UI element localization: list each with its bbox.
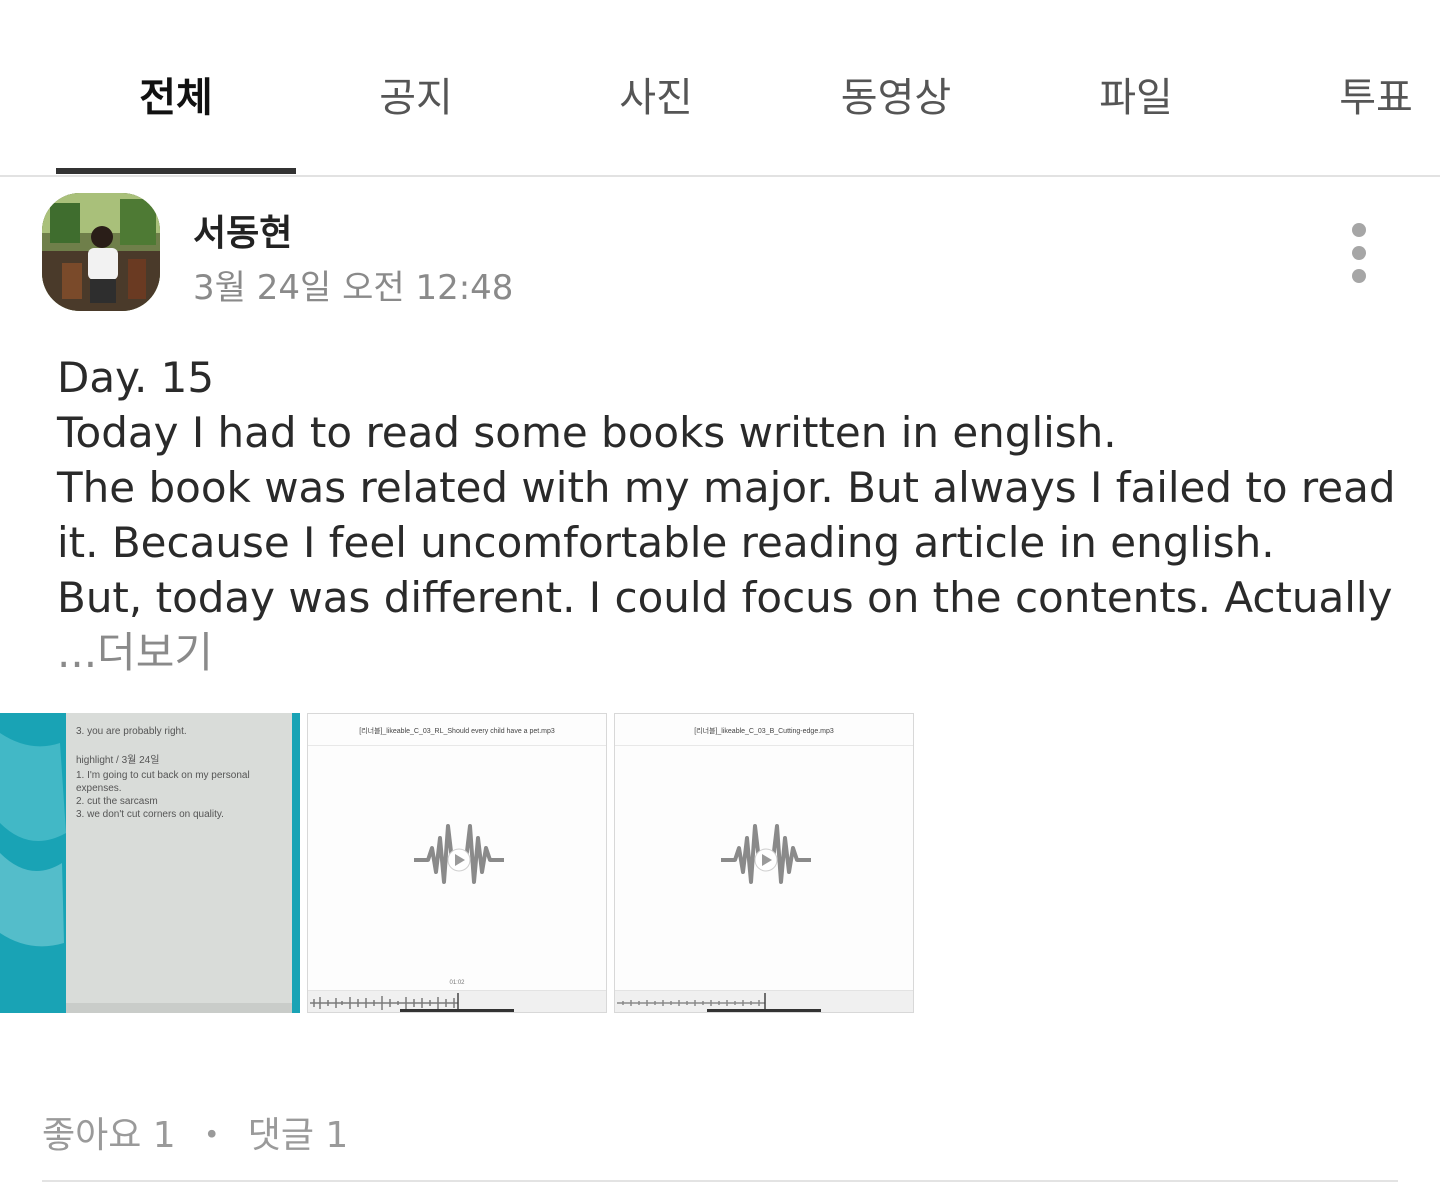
tab-files[interactable]: 파일 — [1016, 68, 1256, 128]
photo-line: 1. I'm going to cut back on my personal — [76, 770, 250, 781]
post-line: The book was related with my major. But … — [57, 463, 1396, 512]
author-avatar[interactable] — [42, 193, 160, 311]
post-line: Day. 15 — [57, 353, 215, 402]
post-timestamp: 3월 24일 오전 12:48 — [193, 268, 514, 308]
audio-duration: 01:02 — [449, 980, 465, 986]
audio-file-name: [리너블]_likeable_C_03_RL_Should every chil… — [308, 722, 606, 746]
audio-waveform-play-icon — [721, 824, 811, 884]
audio-waveform-play-icon — [414, 824, 504, 884]
audio-attachment[interactable]: [리너블]_likeable_C_03_B_Cutting-edge.mp3 — [614, 713, 914, 1013]
see-more-link[interactable]: ...더보기 — [57, 625, 1387, 680]
photo-line: 3. we don't cut corners on quality. — [76, 809, 224, 820]
audio-attachment[interactable]: [리너블]_likeable_C_03_RL_Should every chil… — [307, 713, 607, 1013]
post-line: But, today was different. I could focus … — [57, 573, 1393, 622]
tab-all[interactable]: 전체 — [56, 68, 296, 128]
tab-polls[interactable]: 투표 — [1256, 68, 1440, 128]
reaction-summary: 좋아요 1 ・ 댓글 1 — [42, 1106, 348, 1158]
tab-photos[interactable]: 사진 — [536, 68, 776, 128]
photo-line: highlight / 3월 24일 — [76, 755, 160, 766]
comment-count[interactable]: 댓글 1 — [248, 1115, 349, 1156]
author-name[interactable]: 서동현 — [193, 204, 292, 256]
photo-line: 3. you are probably right. — [76, 726, 187, 737]
active-tab-indicator — [56, 168, 296, 174]
post-line: it. Because I feel uncomfortable reading… — [57, 518, 1275, 567]
tab-videos[interactable]: 동영상 — [776, 68, 1016, 128]
avatar-photo — [42, 193, 160, 311]
post-divider — [42, 1180, 1398, 1182]
photo-line: expenses. — [76, 783, 122, 794]
audio-progress-bar[interactable] — [707, 1009, 821, 1012]
photo-attachment[interactable]: 3. you are probably right. highlight / 3… — [0, 713, 300, 1013]
tab-notice[interactable]: 공지 — [296, 68, 536, 128]
photo-line: 2. cut the sarcasm — [76, 796, 158, 807]
audio-file-name: [리너블]_likeable_C_03_B_Cutting-edge.mp3 — [615, 722, 913, 746]
separator-dot: ・ — [193, 1115, 230, 1156]
more-vertical-icon[interactable] — [1336, 218, 1382, 290]
post-body: Day. 15 Today I had to read some books w… — [57, 350, 1396, 680]
like-count[interactable]: 좋아요 1 — [42, 1115, 176, 1156]
post-line: Today I had to read some books written i… — [57, 408, 1117, 457]
photo-text: 3. you are probably right. highlight / 3… — [76, 725, 291, 821]
audio-progress-bar[interactable] — [400, 1009, 514, 1012]
tab-bar: 전체 공지 사진 동영상 파일 투표 — [0, 0, 1440, 177]
tab-divider — [0, 175, 1440, 177]
